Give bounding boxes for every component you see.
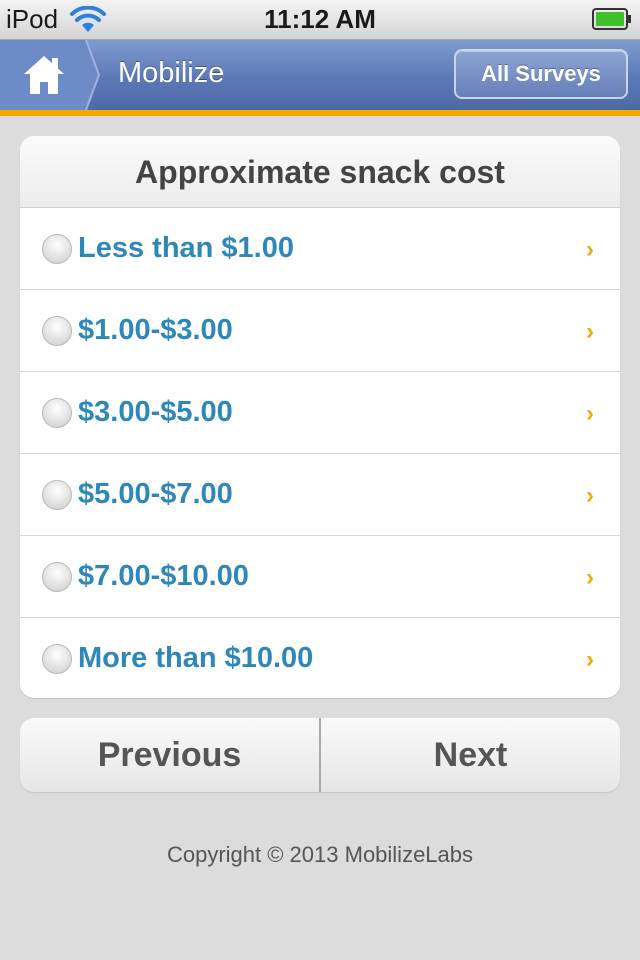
option-more-than-10[interactable]: More than $10.00 › — [20, 618, 620, 698]
nav-bar: Mobilize All Surveys — [0, 40, 640, 110]
question-card: Approximate snack cost Less than $1.00 ›… — [20, 136, 620, 698]
option-3-to-5[interactable]: $3.00-$5.00 › — [20, 372, 620, 454]
chevron-right-icon: › — [586, 564, 594, 591]
pager: Previous Next — [20, 718, 620, 792]
status-time: 11:12 AM — [264, 4, 376, 34]
nav-accent-bar — [0, 110, 640, 116]
chevron-right-icon: › — [586, 236, 594, 263]
copyright-footer: Copyright © 2013 MobilizeLabs — [166, 842, 474, 867]
radio-button[interactable] — [42, 398, 72, 428]
option-label: $1.00-$3.00 — [78, 314, 233, 346]
radio-button[interactable] — [42, 644, 72, 674]
radio-button[interactable] — [42, 234, 72, 264]
option-label: $3.00-$5.00 — [78, 396, 233, 428]
home-button[interactable] — [0, 40, 100, 110]
app-title: Mobilize — [118, 57, 225, 89]
status-bar: iPod 11:12 AM — [0, 0, 640, 40]
previous-button[interactable]: Previous — [20, 718, 319, 792]
option-label: $5.00-$7.00 — [78, 478, 233, 510]
option-label: More than $10.00 — [78, 642, 314, 674]
next-button[interactable]: Next — [321, 718, 620, 792]
question-title: Approximate snack cost — [20, 136, 620, 208]
option-5-to-7[interactable]: $5.00-$7.00 › — [20, 454, 620, 536]
chevron-right-icon: › — [586, 482, 594, 509]
option-less-than-1[interactable]: Less than $1.00 › — [20, 208, 620, 290]
chevron-right-icon: › — [586, 318, 594, 345]
battery-icon — [592, 8, 632, 30]
option-label: Less than $1.00 — [78, 232, 294, 264]
chevron-right-icon: › — [586, 646, 594, 673]
chevron-right-icon: › — [586, 400, 594, 427]
option-label: $7.00-$10.00 — [78, 560, 249, 592]
option-1-to-3[interactable]: $1.00-$3.00 › — [20, 290, 620, 372]
radio-button[interactable] — [42, 316, 72, 346]
radio-button[interactable] — [42, 562, 72, 592]
option-7-to-10[interactable]: $7.00-$10.00 › — [20, 536, 620, 618]
all-surveys-button[interactable]: All Surveys — [454, 49, 628, 99]
radio-button[interactable] — [42, 480, 72, 510]
